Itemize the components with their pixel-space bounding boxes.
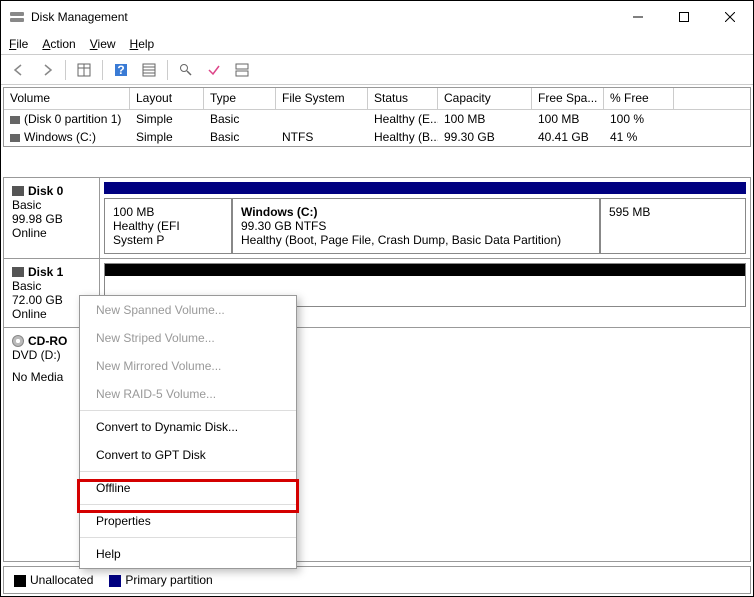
app-icon xyxy=(9,9,25,25)
col-status[interactable]: Status xyxy=(368,88,438,109)
volume-icon xyxy=(10,134,20,142)
cdrom-icon xyxy=(12,335,24,347)
menu-convert-gpt[interactable]: Convert to GPT Disk xyxy=(80,441,296,469)
menu-file[interactable]: File xyxy=(9,37,28,51)
partition-header xyxy=(104,182,746,194)
list-icon[interactable] xyxy=(137,59,161,81)
svg-text:?: ? xyxy=(117,63,124,77)
help-icon[interactable]: ? xyxy=(109,59,133,81)
col-volume[interactable]: Volume xyxy=(4,88,130,109)
menu-new-mirrored: New Mirrored Volume... xyxy=(80,352,296,380)
menu-new-raid5: New RAID-5 Volume... xyxy=(80,380,296,408)
menu-new-spanned: New Spanned Volume... xyxy=(80,296,296,324)
disk0-partition-3[interactable]: 595 MB xyxy=(600,198,746,254)
volume-row[interactable]: (Disk 0 partition 1) Simple Basic Health… xyxy=(4,110,750,128)
menu-new-striped: New Striped Volume... xyxy=(80,324,296,352)
menu-help[interactable]: Help xyxy=(130,37,155,51)
toolbar: ? xyxy=(1,55,753,85)
col-type[interactable]: Type xyxy=(204,88,276,109)
window-title: Disk Management xyxy=(31,10,128,24)
context-menu: New Spanned Volume... New Striped Volume… xyxy=(79,295,297,569)
disk-row-0: Disk 0 Basic 99.98 GB Online 100 MB Heal… xyxy=(4,178,750,259)
volume-icon xyxy=(10,116,20,124)
menu-properties[interactable]: Properties xyxy=(80,507,296,535)
col-free[interactable]: Free Spa... xyxy=(532,88,604,109)
legend-unallocated: Unallocated xyxy=(14,573,93,587)
check-icon[interactable] xyxy=(202,59,226,81)
volume-list-header[interactable]: Volume Layout Type File System Status Ca… xyxy=(4,88,750,110)
minimize-button[interactable] xyxy=(615,1,661,33)
disk-icon xyxy=(12,267,24,277)
swatch-unallocated xyxy=(14,575,26,587)
maximize-button[interactable] xyxy=(661,1,707,33)
forward-button[interactable] xyxy=(35,59,59,81)
col-filesystem[interactable]: File System xyxy=(276,88,368,109)
back-button[interactable] xyxy=(7,59,31,81)
disk0-partition-windows[interactable]: Windows (C:) 99.30 GB NTFS Healthy (Boot… xyxy=(232,198,600,254)
volume-row[interactable]: Windows (C:) Simple Basic NTFS Healthy (… xyxy=(4,128,750,146)
search-icon[interactable] xyxy=(174,59,198,81)
menu-offline[interactable]: Offline xyxy=(80,474,296,502)
legend-bar: Unallocated Primary partition xyxy=(3,566,751,594)
col-layout[interactable]: Layout xyxy=(130,88,204,109)
swatch-primary xyxy=(109,575,121,587)
partition-header xyxy=(105,264,745,276)
col-pctfree[interactable]: % Free xyxy=(604,88,674,109)
disk-icon xyxy=(12,186,24,196)
col-capacity[interactable]: Capacity xyxy=(438,88,532,109)
volume-list: Volume Layout Type File System Status Ca… xyxy=(3,87,751,147)
close-button[interactable] xyxy=(707,1,753,33)
menu-view[interactable]: View xyxy=(90,37,116,51)
menu-bar: File Action View Help xyxy=(1,33,753,55)
layout-icon[interactable] xyxy=(230,59,254,81)
details-view-icon[interactable] xyxy=(72,59,96,81)
legend-primary: Primary partition xyxy=(109,573,212,587)
menu-action[interactable]: Action xyxy=(42,37,75,51)
title-bar: Disk Management xyxy=(1,1,753,33)
disk0-label[interactable]: Disk 0 Basic 99.98 GB Online xyxy=(4,178,100,258)
menu-convert-dynamic[interactable]: Convert to Dynamic Disk... xyxy=(80,413,296,441)
disk0-partition-1[interactable]: 100 MB Healthy (EFI System P xyxy=(104,198,232,254)
menu-help[interactable]: Help xyxy=(80,540,296,568)
